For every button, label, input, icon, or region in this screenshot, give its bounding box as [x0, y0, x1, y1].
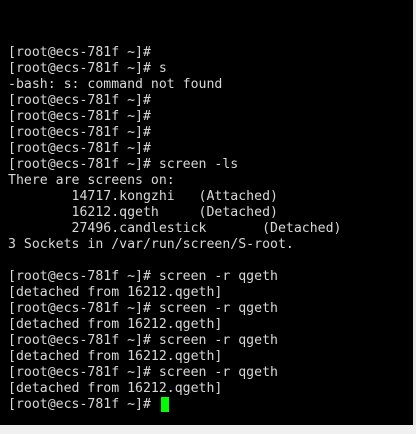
terminal-line: 14717.kongzhi (Attached) — [8, 189, 278, 204]
terminal-line: [detached from 16212.qgeth] — [8, 349, 223, 364]
terminal-line: [root@ecs-781f ~]# — [8, 45, 151, 60]
terminal-line: [root@ecs-781f ~]# screen -r qgeth — [8, 301, 278, 316]
terminal-line: [root@ecs-781f ~]# — [8, 141, 151, 156]
terminal-line: [root@ecs-781f ~]# screen -ls — [8, 157, 239, 172]
terminal-line: [detached from 16212.qgeth] — [8, 381, 223, 396]
terminal-line: There are screens on: — [8, 173, 175, 188]
current-prompt: [root@ecs-781f ~]# — [8, 397, 159, 412]
terminal-window[interactable]: [root@ecs-781f ~]# [root@ecs-781f ~]# s … — [0, 0, 413, 425]
terminal-line: [root@ecs-781f ~]# screen -r qgeth — [8, 269, 278, 284]
terminal-cursor — [160, 397, 169, 412]
prompt-line[interactable]: [root@ecs-781f ~]# — [8, 397, 341, 413]
terminal-line: [root@ecs-781f ~]# s — [8, 61, 167, 76]
terminal-output: [root@ecs-781f ~]# [root@ecs-781f ~]# s … — [8, 45, 341, 413]
terminal-line: [root@ecs-781f ~]# — [8, 93, 151, 108]
terminal-line: 27496.candlestick (Detached) — [8, 221, 342, 236]
terminal-line: [root@ecs-781f ~]# — [8, 125, 151, 140]
terminal-line: -bash: s: command not found — [8, 77, 223, 92]
terminal-line: 16212.qgeth (Detached) — [8, 205, 278, 220]
terminal-line: 3 Sockets in /var/run/screen/S-root. — [8, 237, 294, 252]
terminal-line: [root@ecs-781f ~]# — [8, 109, 151, 124]
terminal-line: [root@ecs-781f ~]# screen -r qgeth — [8, 365, 278, 380]
terminal-line: [detached from 16212.qgeth] — [8, 317, 223, 332]
terminal-line: [root@ecs-781f ~]# screen -r qgeth — [8, 333, 278, 348]
window-bottom-edge — [0, 425, 416, 434]
terminal-line: [detached from 16212.qgeth] — [8, 285, 223, 300]
